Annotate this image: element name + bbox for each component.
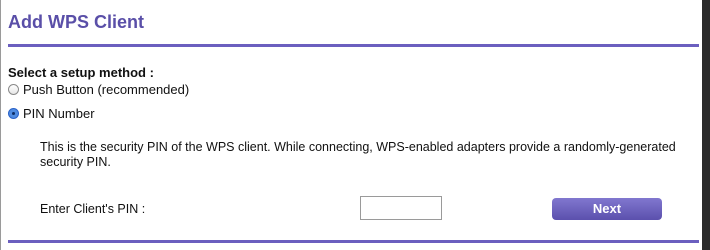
push-button-label: Push Button (recommended): [23, 82, 190, 97]
push-button-option[interactable]: Push Button (recommended): [8, 82, 189, 97]
left-border: [0, 0, 1, 250]
push-button-radio[interactable]: [8, 84, 19, 95]
setup-method-label: Select a setup method :: [8, 65, 154, 80]
next-button[interactable]: Next: [552, 198, 662, 220]
pin-number-radio[interactable]: [8, 108, 19, 119]
title-divider: [8, 44, 699, 47]
pin-number-option[interactable]: PIN Number: [8, 106, 95, 121]
page-title: Add WPS Client: [8, 12, 144, 32]
pin-description: This is the security PIN of the WPS clie…: [40, 140, 676, 169]
client-pin-input[interactable]: [360, 196, 442, 220]
pin-number-label: PIN Number: [23, 106, 95, 121]
right-scroll-edge: [702, 0, 710, 250]
wps-client-panel: Add WPS Client Select a setup method : P…: [0, 0, 710, 250]
bottom-divider: [8, 240, 699, 243]
client-pin-label: Enter Client's PIN :: [40, 202, 146, 216]
